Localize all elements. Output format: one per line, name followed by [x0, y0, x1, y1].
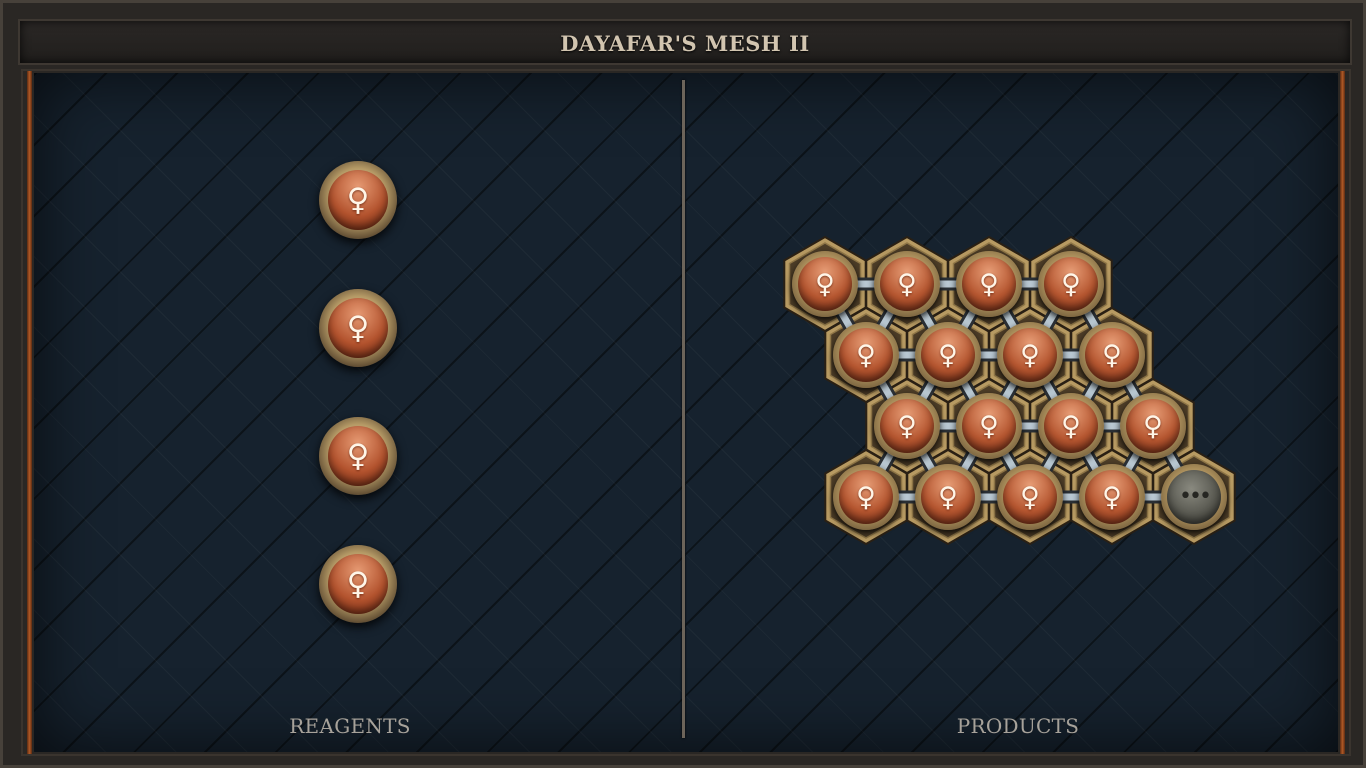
product-slot[interactable]: ♀: [833, 322, 899, 388]
product-slot[interactable]: ♀: [1038, 251, 1104, 317]
product-slot[interactable]: ♀: [1079, 322, 1145, 388]
empty-product-slot[interactable]: •••: [1161, 464, 1227, 530]
copper-orb: ♀: [1126, 399, 1180, 453]
copper-venus-icon: ♀: [856, 481, 876, 513]
copper-orb: ♀: [798, 257, 852, 311]
copper-orb: ♀: [962, 257, 1016, 311]
mesh-frame-and-bonds: [783, 235, 1236, 546]
copper-venus-icon: ♀: [1020, 481, 1040, 513]
copper-orb: ♀: [962, 399, 1016, 453]
copper-venus-icon: ♀: [815, 268, 835, 300]
copper-venus-icon: ♀: [1020, 339, 1040, 371]
product-slot[interactable]: ♀: [997, 464, 1063, 530]
product-slot[interactable]: ♀: [1120, 393, 1186, 459]
copper-orb: ♀: [921, 328, 975, 382]
copper-venus-icon: ♀: [979, 410, 999, 442]
product-slot[interactable]: ♀: [997, 322, 1063, 388]
copper-orb: ♀: [1003, 470, 1057, 524]
copper-orb: ♀: [1003, 328, 1057, 382]
copper-orb: ♀: [1085, 328, 1139, 382]
copper-orb: ♀: [1044, 399, 1098, 453]
copper-venus-icon: ♀: [1102, 481, 1122, 513]
copper-orb: ♀: [1044, 257, 1098, 311]
copper-orb: ♀: [880, 399, 934, 453]
product-slot[interactable]: ♀: [792, 251, 858, 317]
product-slot[interactable]: ♀: [874, 251, 940, 317]
reagents-section-label: REAGENTS: [289, 714, 411, 738]
product-slot[interactable]: ♀: [1079, 464, 1145, 530]
ellipsis-icon: •••: [1179, 484, 1212, 509]
copper-venus-icon: ♀: [1061, 268, 1081, 300]
product-slot[interactable]: ♀: [833, 464, 899, 530]
product-slot[interactable]: ♀: [915, 464, 981, 530]
copper-venus-icon: ♀: [1102, 339, 1122, 371]
copper-venus-icon: ♀: [979, 268, 999, 300]
copper-venus-icon: ♀: [1061, 410, 1081, 442]
copper-orb: ♀: [880, 257, 934, 311]
empty-orb: •••: [1167, 470, 1221, 524]
product-slot[interactable]: ♀: [915, 322, 981, 388]
copper-orb: ♀: [921, 470, 975, 524]
copper-venus-icon: ♀: [938, 481, 958, 513]
product-slot[interactable]: ♀: [956, 251, 1022, 317]
copper-orb: ♀: [839, 470, 893, 524]
copper-venus-icon: ♀: [897, 410, 917, 442]
product-slot[interactable]: ♀: [1038, 393, 1104, 459]
product-slot[interactable]: ♀: [874, 393, 940, 459]
copper-venus-icon: ♀: [1143, 410, 1163, 442]
copper-venus-icon: ♀: [897, 268, 917, 300]
copper-venus-icon: ♀: [856, 339, 876, 371]
copper-venus-icon: ♀: [938, 339, 958, 371]
copper-orb: ♀: [839, 328, 893, 382]
copper-orb: ♀: [1085, 470, 1139, 524]
product-slot[interactable]: ♀: [956, 393, 1022, 459]
products-section-label: PRODUCTS: [956, 714, 1080, 738]
